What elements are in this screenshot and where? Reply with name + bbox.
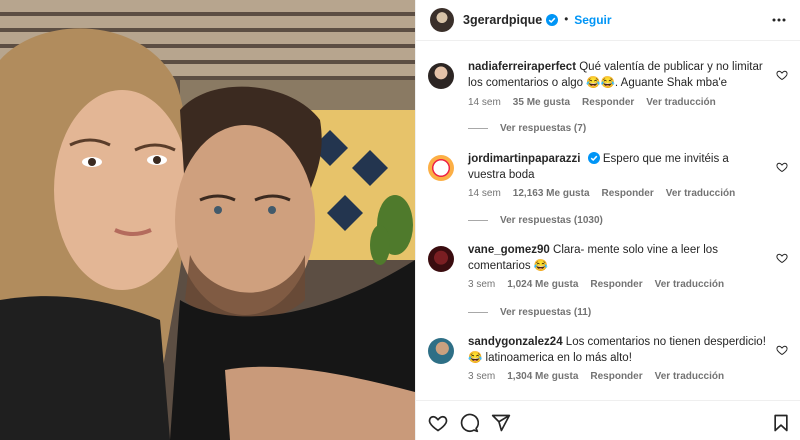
- verified-badge-icon: [546, 14, 559, 26]
- commenter-username[interactable]: nadiaferreiraperfect: [468, 61, 576, 73]
- reply-button[interactable]: Responder: [590, 371, 642, 382]
- commenter-username[interactable]: vane_gomez90: [468, 244, 550, 256]
- post-header: 3gerardpique • Seguir: [416, 0, 800, 41]
- post-photo[interactable]: [0, 0, 415, 440]
- bookmark-icon[interactable]: [771, 413, 791, 433]
- comments-panel: 3gerardpique • Seguir nadiaferreiraperfe…: [415, 0, 800, 440]
- translate-button[interactable]: Ver traducción: [646, 97, 715, 108]
- comment-likes[interactable]: 1,304 Me gusta: [507, 371, 578, 382]
- translate-button[interactable]: Ver traducción: [655, 371, 724, 382]
- commenter-username[interactable]: jordimartinpaparazzi: [468, 153, 580, 165]
- comment-meta: 3 sem 1,024 Me gusta Responder Ver tradu…: [468, 279, 724, 290]
- comment-meta: 3 sem 1,304 Me gusta Responder Ver tradu…: [468, 371, 724, 382]
- follow-button[interactable]: Seguir: [574, 13, 611, 27]
- replies-line: [468, 312, 488, 313]
- comment-text: jordimartinpaparazzi Espero que me invit…: [468, 151, 768, 183]
- heart-icon[interactable]: [776, 344, 788, 356]
- separator-dot: •: [564, 14, 569, 26]
- owner-avatar[interactable]: [430, 8, 454, 32]
- view-replies-label: Ver respuestas (7): [500, 123, 587, 134]
- commenter-avatar[interactable]: [428, 155, 454, 181]
- comment-age: 3 sem: [468, 279, 496, 290]
- post-photo-illustration: [0, 0, 415, 440]
- replies-line: [468, 220, 488, 221]
- replies-line: [468, 128, 488, 129]
- comment-text: sandygonzalez24 Los comentarios no tiene…: [468, 334, 768, 366]
- owner-username[interactable]: 3gerardpique: [463, 13, 542, 27]
- comment-icon[interactable]: [459, 413, 479, 433]
- translate-button[interactable]: Ver traducción: [666, 188, 735, 199]
- share-icon[interactable]: [491, 413, 511, 433]
- comment-likes[interactable]: 35 Me gusta: [513, 97, 570, 108]
- comment-text: nadiaferreiraperfect Qué valentía de pub…: [468, 59, 768, 91]
- heart-icon[interactable]: [776, 69, 788, 81]
- view-replies-button[interactable]: Ver respuestas (7): [468, 123, 586, 134]
- view-replies-button[interactable]: Ver respuestas (11): [468, 307, 591, 318]
- translate-button[interactable]: Ver traducción: [655, 279, 724, 290]
- view-replies-label: Ver respuestas (1030): [500, 215, 603, 226]
- reply-button[interactable]: Responder: [590, 279, 642, 290]
- comment-likes[interactable]: 1,024 Me gusta: [507, 279, 578, 290]
- heart-icon[interactable]: [776, 252, 788, 264]
- commenter-username[interactable]: sandygonzalez24: [468, 336, 563, 348]
- comment-likes[interactable]: 12,163 Me gusta: [513, 188, 590, 199]
- heart-icon[interactable]: [428, 413, 448, 433]
- view-replies-button[interactable]: Ver respuestas (1030): [468, 215, 603, 226]
- reply-button[interactable]: Responder: [602, 188, 654, 199]
- view-replies-label: Ver respuestas (11): [500, 307, 592, 318]
- reply-button[interactable]: Responder: [582, 97, 634, 108]
- comment-meta: 14 sem 35 Me gusta Responder Ver traducc…: [468, 97, 716, 108]
- more-options-icon[interactable]: [771, 12, 787, 28]
- commenter-avatar[interactable]: [428, 338, 454, 364]
- commenter-avatar[interactable]: [428, 246, 454, 272]
- comment-age: 14 sem: [468, 188, 501, 199]
- action-bar: [416, 400, 800, 440]
- comment-text: vane_gomez90 Clara- mente solo vine a le…: [468, 242, 768, 274]
- comments-list[interactable]: nadiaferreiraperfect Qué valentía de pub…: [416, 41, 800, 400]
- comment-age: 14 sem: [468, 97, 501, 108]
- comment-age: 3 sem: [468, 371, 496, 382]
- commenter-avatar[interactable]: [428, 63, 454, 89]
- verified-badge-icon: [587, 152, 600, 164]
- comment-meta: 14 sem 12,163 Me gusta Responder Ver tra…: [468, 188, 735, 199]
- heart-icon[interactable]: [776, 161, 788, 173]
